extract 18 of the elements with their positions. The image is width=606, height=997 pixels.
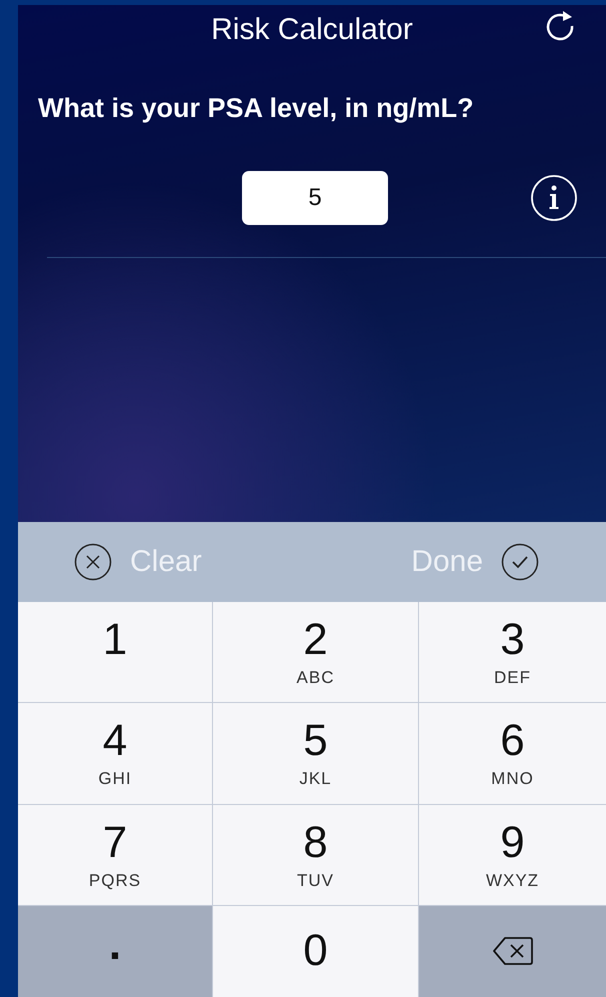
keypad-key[interactable]: 0	[213, 906, 418, 997]
keypad-key[interactable]: 5 JKL	[213, 703, 418, 804]
checkmark-icon	[501, 543, 539, 581]
backspace-icon	[492, 936, 534, 966]
question-text: What is your PSA level, in ng/mL?	[37, 92, 475, 124]
keypad-key[interactable]: 8 TUV	[213, 805, 418, 905]
keypad-key[interactable]: 2 ABC	[213, 602, 418, 702]
keypad-key[interactable]: 3 DEF	[419, 602, 606, 702]
clear-icon	[74, 543, 112, 581]
info-icon[interactable]	[530, 174, 578, 222]
keypad-key[interactable]: 7 PQRS	[18, 805, 212, 905]
screen-title: Risk Calculator	[211, 13, 413, 47]
keypad-key[interactable]: 9 WXYZ	[419, 805, 606, 905]
keypad-key[interactable]: 1	[18, 602, 212, 702]
keypad-key[interactable]: .	[18, 906, 212, 997]
psa-input-field[interactable]: 5	[242, 171, 388, 225]
keypad-key[interactable]: 4 GHI	[18, 703, 212, 804]
keypad-key[interactable]: 6 MNO	[419, 703, 606, 804]
